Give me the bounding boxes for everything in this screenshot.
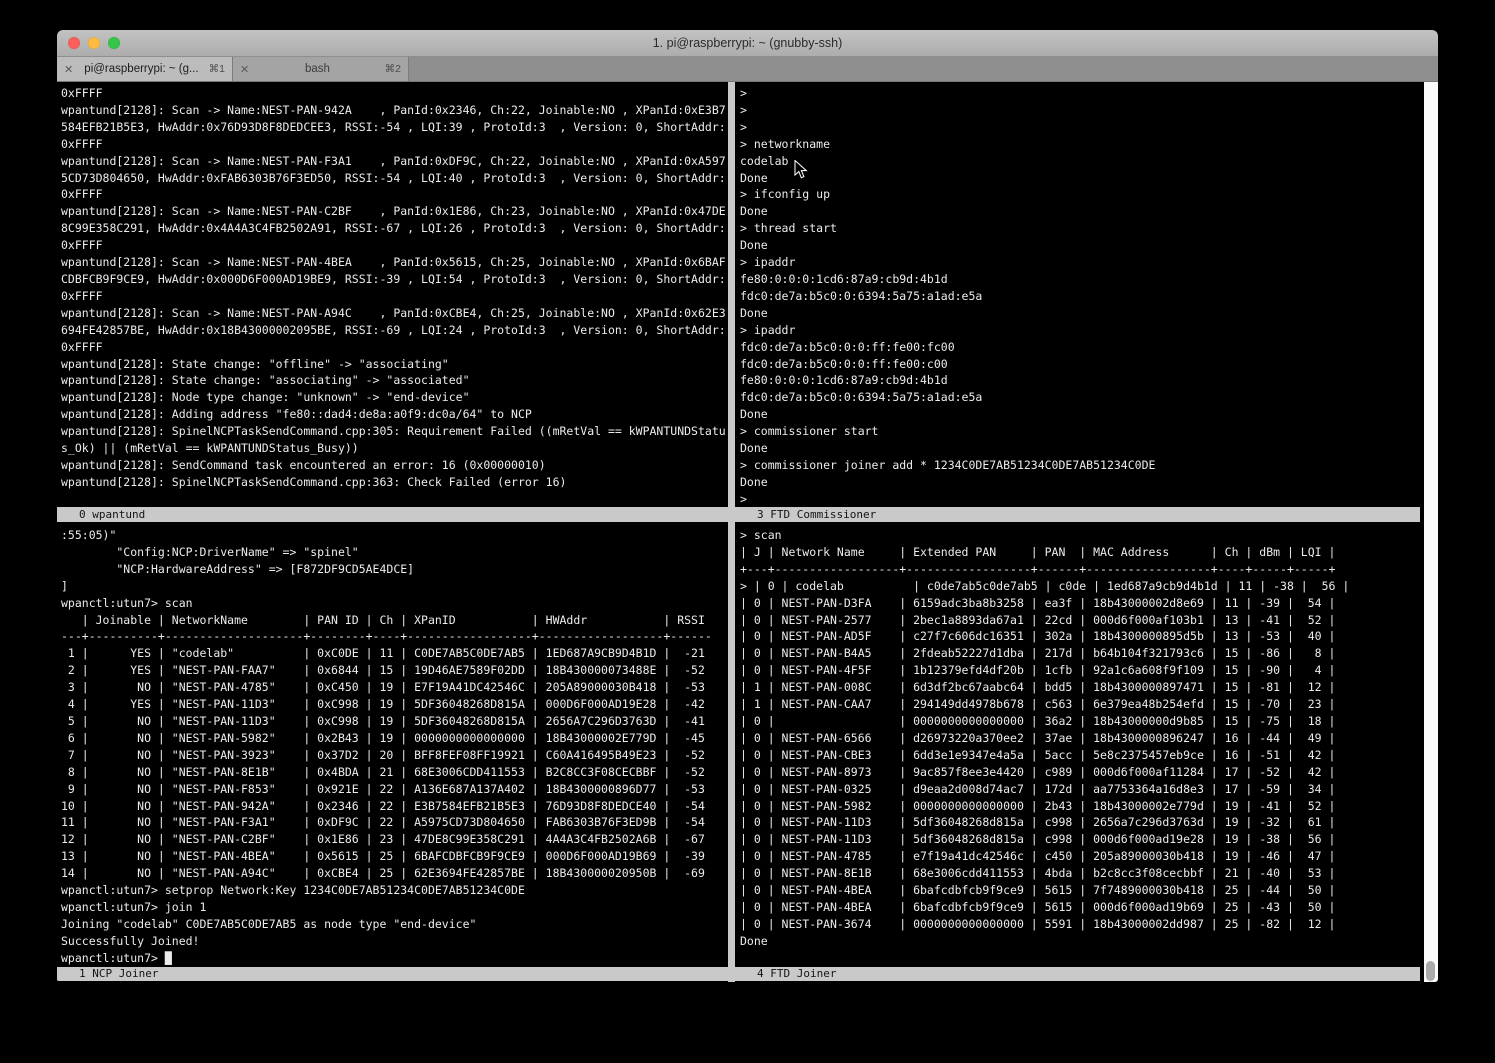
pane-ftd-joiner-cli[interactable]: > scan | J | Network Name | Extended PAN… [735,522,1424,967]
tmux-session: 0xFFFF wpantund[2128]: Scan -> Name:NEST… [57,82,1438,982]
tab-bash[interactable]: ✕ bash ⌘2 [233,57,409,81]
tab-ssh-session[interactable]: ✕ pi@raspberrypi: ~ (g... ⌘1 [57,57,233,81]
tab-shortcut: ⌘1 [209,63,225,75]
pane-wpantund-log[interactable]: 0xFFFF wpantund[2128]: Scan -> Name:NEST… [57,82,728,507]
scrollbar-track[interactable] [1424,82,1438,982]
pane-title-ftd-commissioner: 3 FTD Commissioner [735,507,1420,522]
tab-shortcut: ⌘2 [385,63,401,75]
terminal-window: 1. pi@raspberrypi: ~ (gnubby-ssh) ✕ pi@r… [57,30,1438,982]
tab-close-icon[interactable]: ✕ [64,63,73,76]
window-titlebar[interactable]: 1. pi@raspberrypi: ~ (gnubby-ssh) [57,30,1438,57]
scrollbar-thumb[interactable] [1426,961,1435,981]
window-title: 1. pi@raspberrypi: ~ (gnubby-ssh) [57,30,1438,56]
pane-title-ftd-joiner: 4 FTD Joiner [735,967,1420,981]
tab-close-icon[interactable]: ✕ [240,63,249,76]
tab-bar: ✕ pi@raspberrypi: ~ (g... ⌘1 ✕ bash ⌘2 [57,57,1438,82]
pane-title-ncp-joiner: 1 NCP Joiner [57,967,728,981]
pane-ftd-commissioner-cli[interactable]: > > > > networkname codelab Done > ifcon… [735,82,1424,507]
tab-label: bash [255,63,379,75]
desktop-background: 1. pi@raspberrypi: ~ (gnubby-ssh) ✕ pi@r… [0,0,1495,1063]
pane-divider[interactable] [728,82,735,982]
pane-title-wpantund: 0 wpantund [57,507,728,522]
tab-label: pi@raspberrypi: ~ (g... [79,63,203,75]
pane-ncp-joiner-cli[interactable]: :55:05)" "Config:NCP:DriverName" => "spi… [57,522,728,967]
